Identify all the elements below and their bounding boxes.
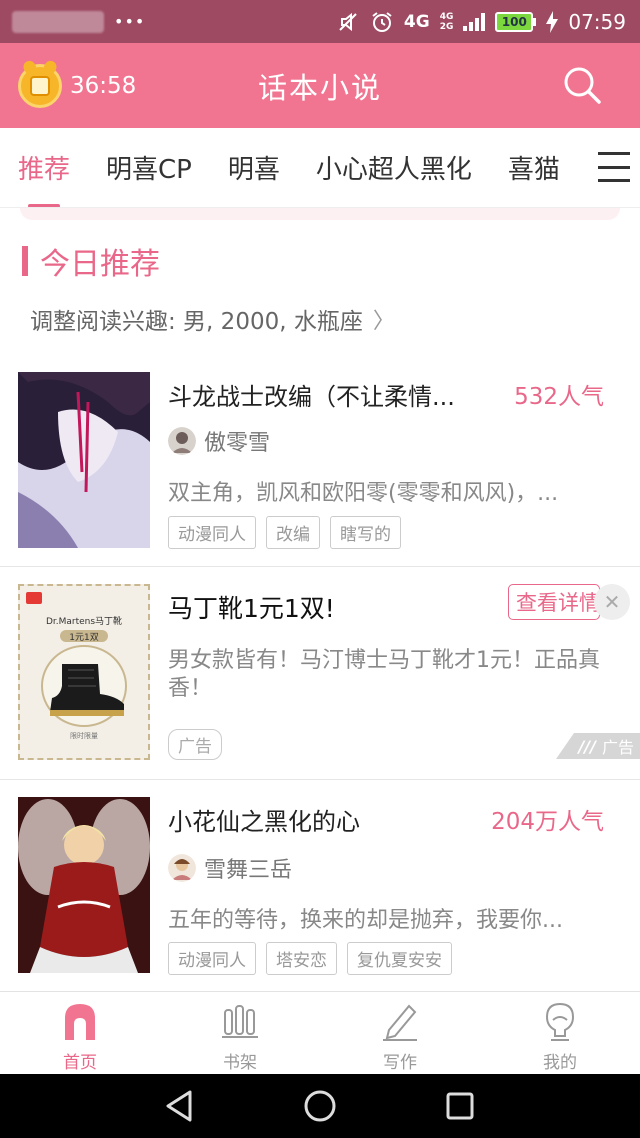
- network-type-label: 4G: [403, 11, 430, 32]
- tag[interactable]: 复仇夏安安: [347, 942, 452, 975]
- book-card[interactable]: 小花仙之黑化的心 204万人气 雪舞三岳 五年的等待，换来的却是抛弃，我要你..…: [0, 780, 640, 990]
- section-title-text: 今日推荐: [40, 247, 160, 282]
- tag[interactable]: 瞎写的: [330, 516, 401, 549]
- reading-preferences-link[interactable]: 调整阅读兴趣: 男, 2000, 水瓶座 〉: [30, 302, 395, 336]
- bottom-navigation: 首页 书架 写作 我的: [0, 991, 640, 1074]
- tab-mingxi-cp[interactable]: 明喜CP: [88, 128, 210, 207]
- author-avatar: [168, 854, 196, 882]
- svg-text:Dr.Martens马丁靴: Dr.Martens马丁靴: [46, 615, 122, 627]
- profile-icon: [545, 1002, 575, 1041]
- alarm-clock-icon: [372, 11, 392, 32]
- ad-corner-label: 广告: [601, 738, 634, 757]
- battery-level: 100: [495, 11, 534, 32]
- chevron-right-icon: 〉: [372, 309, 395, 334]
- clock-time: 07:59: [568, 9, 626, 34]
- book-cover[interactable]: [18, 797, 150, 973]
- reading-timer[interactable]: 36:58: [18, 63, 137, 108]
- ad-network-logo-icon: ///: [578, 736, 596, 756]
- tag[interactable]: 动漫同人: [168, 516, 256, 549]
- ad-details-button[interactable]: 查看详情: [508, 584, 600, 620]
- tab-careful-superman[interactable]: 小心超人黑化: [298, 128, 490, 207]
- book-title[interactable]: 小花仙之黑化的心: [168, 802, 468, 837]
- nav-label: 首页: [63, 1053, 97, 1073]
- nav-label: 写作: [383, 1053, 417, 1073]
- close-icon[interactable]: ✕: [594, 584, 630, 620]
- recent-apps-icon[interactable]: [440, 1086, 480, 1126]
- pen-icon: [383, 1004, 417, 1041]
- tab-recommend[interactable]: 推荐: [0, 128, 88, 207]
- menu-icon[interactable]: [598, 152, 630, 182]
- dual-sim-label: 4G 2G: [439, 11, 454, 32]
- timer-text: 36:58: [70, 72, 137, 99]
- ad-card[interactable]: Dr.Martens马丁靴 1元1双 限时限量 马丁靴1元1双! 查看详情 ✕ …: [0, 567, 640, 779]
- author-name: 雪舞三岳: [204, 858, 293, 883]
- status-icons: 4G 4G 2G 100 07:59: [336, 10, 626, 34]
- ad-image[interactable]: Dr.Martens马丁靴 1元1双 限时限量: [18, 584, 150, 760]
- nav-home[interactable]: 首页: [0, 992, 160, 1074]
- tag[interactable]: 塔安恋: [266, 942, 337, 975]
- search-icon[interactable]: [562, 65, 602, 105]
- tag[interactable]: 改编: [266, 516, 320, 549]
- signal-strength-icon: [463, 12, 486, 31]
- status-bar: ••• 4G 4G 2G 100 07:59: [0, 0, 640, 43]
- nav-bookshelf[interactable]: 书架: [160, 992, 320, 1074]
- svg-text:1元1双: 1元1双: [69, 632, 98, 643]
- home-button-icon[interactable]: [300, 1086, 340, 1126]
- book-cover[interactable]: [18, 372, 150, 548]
- boot-image: Dr.Martens马丁靴 1元1双 限时限量: [26, 592, 127, 740]
- back-icon[interactable]: [160, 1086, 200, 1126]
- nav-write[interactable]: 写作: [320, 992, 480, 1074]
- bookshelf-icon: [222, 1005, 258, 1038]
- book-description: 五年的等待，换来的却是抛弃，我要你...: [168, 908, 563, 933]
- book-card[interactable]: 斗龙战士改编（不让柔情... 532人气 傲零雪 双主角，凯风和欧阳零(零零和风…: [0, 355, 640, 565]
- ad-tag: 广告: [168, 729, 222, 760]
- nav-profile[interactable]: 我的: [480, 992, 640, 1074]
- book-title[interactable]: 斗龙战士改编（不让柔情...: [168, 377, 488, 412]
- tag-list: 动漫同人 改编 瞎写的: [168, 516, 401, 549]
- section-accent-bar: [22, 246, 28, 276]
- alarm-clock-icon: [18, 63, 62, 108]
- preferences-text: 调整阅读兴趣: 男, 2000, 水瓶座: [30, 309, 363, 335]
- author[interactable]: 雪舞三岳: [168, 852, 292, 884]
- author-name: 傲零雪: [204, 431, 271, 456]
- notification-dots: •••: [114, 12, 146, 31]
- svg-text:限时限量: 限时限量: [70, 731, 98, 740]
- book-description: 双主角，凯风和欧阳零(零零和风风)，...: [168, 481, 559, 506]
- tab-mingxi[interactable]: 明喜: [210, 128, 298, 207]
- tag[interactable]: 动漫同人: [168, 942, 256, 975]
- mute-icon: [339, 12, 357, 31]
- popularity-count: 532人气: [514, 384, 604, 410]
- category-tabs: 推荐 明喜CP 明喜 小心超人黑化 喜猫: [0, 128, 640, 208]
- charging-icon: [546, 10, 559, 33]
- author-avatar: [168, 427, 196, 455]
- banner-remnant: [20, 208, 620, 220]
- section-title: 今日推荐: [22, 244, 160, 282]
- author[interactable]: 傲零雪: [168, 425, 270, 457]
- nav-label: 我的: [543, 1053, 577, 1073]
- ad-title[interactable]: 马丁靴1元1双!: [168, 589, 335, 625]
- nav-label: 书架: [223, 1053, 257, 1073]
- ad-description: 男女款皆有！马汀博士马丁靴才1元！正品真香！: [168, 648, 600, 701]
- tag-list: 动漫同人 塔安恋 复仇夏安安: [168, 942, 452, 975]
- ad-corner-badge: /// 广告: [556, 733, 640, 759]
- popularity-count: 204万人气: [491, 809, 604, 835]
- app-header: 36:58 话本小说: [0, 43, 640, 128]
- home-icon: [65, 1004, 95, 1040]
- system-navigation-bar: [0, 1074, 640, 1138]
- carrier-name-blurred: [12, 10, 104, 33]
- battery-icon: 100: [495, 11, 537, 32]
